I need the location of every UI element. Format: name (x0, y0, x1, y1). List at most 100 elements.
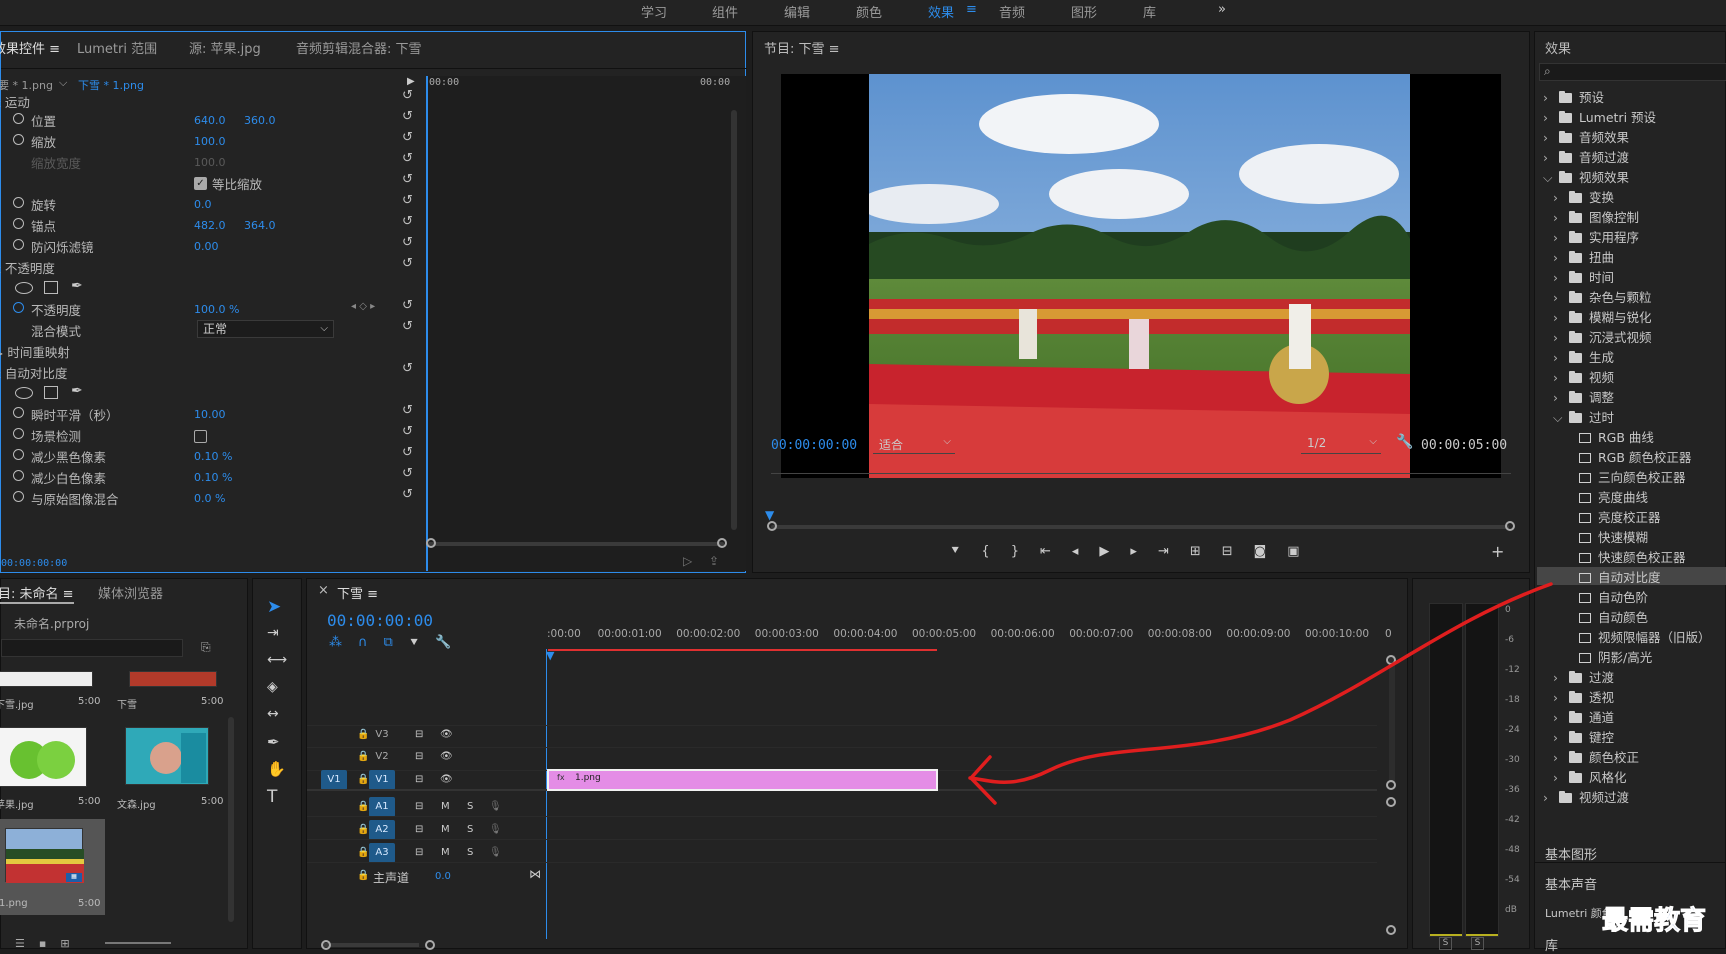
effect-tree-item[interactable]: › 风格化 (1553, 767, 1726, 785)
eye-icon[interactable]: 👁 (440, 729, 453, 740)
add-button-icon[interactable]: + (1491, 542, 1504, 561)
effect-tree-item[interactable]: › 视频 (1553, 367, 1726, 385)
workspace-effects[interactable]: 效果 (928, 2, 954, 21)
sync-lock-icon[interactable]: ⊟ (415, 751, 423, 762)
effect-tree-item[interactable]: › 预设 (1543, 87, 1726, 105)
effect-tree-item[interactable]: RGB 颜色校正器 (1563, 447, 1726, 465)
kf-scrollbar[interactable] (731, 110, 737, 530)
reset-scene-icon[interactable]: ↺ (402, 424, 413, 439)
lock-icon[interactable]: 🔒 (357, 801, 369, 812)
slip-tool-icon[interactable]: ↔ (267, 706, 279, 722)
chevron-right-icon[interactable]: › (1553, 210, 1563, 225)
track-target-a2[interactable]: A2 (369, 820, 395, 840)
eye-icon[interactable]: 👁 (440, 751, 453, 762)
a-scroll-handle[interactable] (1386, 797, 1396, 807)
track-target-v3[interactable]: V3 (369, 725, 395, 745)
stopwatch-icon[interactable] (13, 470, 24, 481)
effect-tree-item[interactable]: › 生成 (1553, 347, 1726, 365)
reset-blend-icon[interactable]: ↺ (402, 319, 413, 334)
reduce-black-value[interactable]: 0.10 % (194, 450, 232, 463)
chevron-right-icon[interactable]: › (1553, 730, 1563, 745)
selection-tool-icon[interactable]: ➤ (267, 597, 281, 617)
pen-tool-icon[interactable]: ✒ (267, 733, 280, 751)
kf-zoom-bar[interactable] (428, 542, 724, 546)
step-forward-icon[interactable]: ▸ (1130, 544, 1158, 559)
export-frame-icon[interactable]: ◙ (1254, 544, 1288, 559)
scene-detect-checkbox[interactable] (194, 430, 207, 443)
tab-media-browser[interactable]: 媒体浏览器 (98, 583, 163, 602)
reset-opacity-section-icon[interactable]: ↺ (402, 256, 413, 271)
track-select-tool-icon[interactable]: ⇥ (267, 625, 279, 641)
lock-icon[interactable]: 🔒 (357, 751, 369, 762)
chevron-right-icon[interactable]: › (1553, 290, 1563, 305)
thumb-tattoo[interactable] (125, 727, 209, 785)
effect-tree-item[interactable]: › 实用程序 (1553, 227, 1726, 245)
program-playhead-tc[interactable]: 00:00:00:00 (771, 438, 857, 453)
go-to-in-icon[interactable]: ⇤ (1040, 544, 1072, 559)
uniform-scale-checkbox[interactable]: ✓ (194, 177, 207, 190)
effect-tree-item[interactable]: › 视频过渡 (1543, 787, 1726, 805)
reset-motion-icon[interactable]: ↺ (402, 88, 413, 103)
chevron-right-icon[interactable]: › (1553, 390, 1563, 405)
reset-black-icon[interactable]: ↺ (402, 445, 413, 460)
stopwatch-icon[interactable] (13, 302, 24, 313)
reset-antiflicker-icon[interactable]: ↺ (402, 235, 413, 250)
effect-tree-item[interactable]: › 通道 (1553, 707, 1726, 725)
effect-tree-item[interactable]: 快速颜色校正器 (1563, 547, 1726, 565)
chevron-down-icon[interactable]: ⌵ (1553, 410, 1563, 426)
reset-opacity-icon[interactable]: ↺ (402, 298, 413, 313)
effect-tree-item[interactable]: › 音频效果 (1543, 127, 1726, 145)
voiceover-icon[interactable]: 🎙 (489, 801, 502, 812)
clip-1png[interactable]: fx 1.png (547, 769, 938, 791)
effect-tree-item[interactable]: › 杂色与颗粒 (1553, 287, 1726, 305)
v-scroll-handle[interactable] (1386, 780, 1396, 790)
effect-tree-item[interactable]: › 沉浸式视频 (1553, 327, 1726, 345)
effect-tree-item[interactable]: 自动颜色 (1563, 607, 1726, 625)
stopwatch-icon[interactable] (13, 449, 24, 460)
reset-blend-original-icon[interactable]: ↺ (402, 487, 413, 502)
play-only-icon[interactable]: ▶ (407, 76, 415, 87)
stopwatch-icon[interactable] (13, 197, 24, 208)
ripple-edit-tool-icon[interactable]: ⟷ (267, 652, 287, 668)
stopwatch-icon[interactable] (13, 113, 24, 124)
position-x-value[interactable]: 640.0 (194, 114, 226, 127)
export-icon[interactable]: ⇪ (709, 554, 719, 568)
sync-lock-icon[interactable]: ⊟ (415, 774, 423, 785)
video-frame[interactable] (781, 74, 1501, 478)
solo-button[interactable]: S (467, 801, 473, 812)
stopwatch-icon[interactable] (13, 239, 24, 250)
chevron-right-icon[interactable]: › (1553, 310, 1563, 325)
reset-scale-icon[interactable]: ↺ (402, 130, 413, 145)
solo-button[interactable]: S (467, 824, 473, 835)
add-marker-icon[interactable]: ⯆ (950, 544, 981, 559)
workspace-assembly[interactable]: 组件 (712, 2, 738, 21)
chevron-right-icon[interactable]: › (1543, 110, 1553, 125)
ec-footer-tc[interactable]: 00:00:00:00 (1, 558, 67, 569)
project-search-input[interactable] (1, 639, 183, 657)
master-end-icon[interactable]: ⋈ (529, 867, 541, 881)
mute-button[interactable]: M (441, 824, 450, 835)
effect-tree-item[interactable]: › 透视 (1553, 687, 1726, 705)
track-target-a3[interactable]: A3 (369, 843, 395, 863)
master-clip-label[interactable]: 主要 * 1.png (0, 77, 53, 93)
lock-icon[interactable]: 🔒 (357, 847, 369, 858)
blend-mode-select[interactable]: 正常 ⌵ (197, 320, 334, 338)
stopwatch-icon[interactable] (13, 218, 24, 229)
essential-graphics-tab[interactable]: 基本图形 (1545, 844, 1597, 863)
extract-icon[interactable]: ⊟ (1222, 544, 1254, 559)
rotation-value[interactable]: 0.0 (194, 198, 212, 211)
chevron-right-icon[interactable]: › (1553, 230, 1563, 245)
timeline-zoom-bar[interactable] (323, 943, 419, 947)
play-icon[interactable]: ▶ (1099, 544, 1130, 559)
chevron-right-icon[interactable]: › (1553, 350, 1563, 365)
effect-tree-item[interactable]: › 键控 (1553, 727, 1726, 745)
sequence-clip-label[interactable]: 下雪 * 1.png (78, 77, 144, 93)
lock-icon[interactable]: 🔒 (357, 729, 369, 740)
kf-zoom-handle-left[interactable] (426, 538, 436, 548)
fit-select[interactable]: 适合 ⌵ (873, 436, 955, 454)
ellipse-mask-icon[interactable] (15, 387, 33, 399)
rect-mask-icon[interactable] (44, 386, 58, 399)
stopwatch-icon[interactable] (13, 491, 24, 502)
opacity-value[interactable]: 100.0 % (194, 303, 239, 316)
effect-tree-item[interactable]: 亮度校正器 (1563, 507, 1726, 525)
